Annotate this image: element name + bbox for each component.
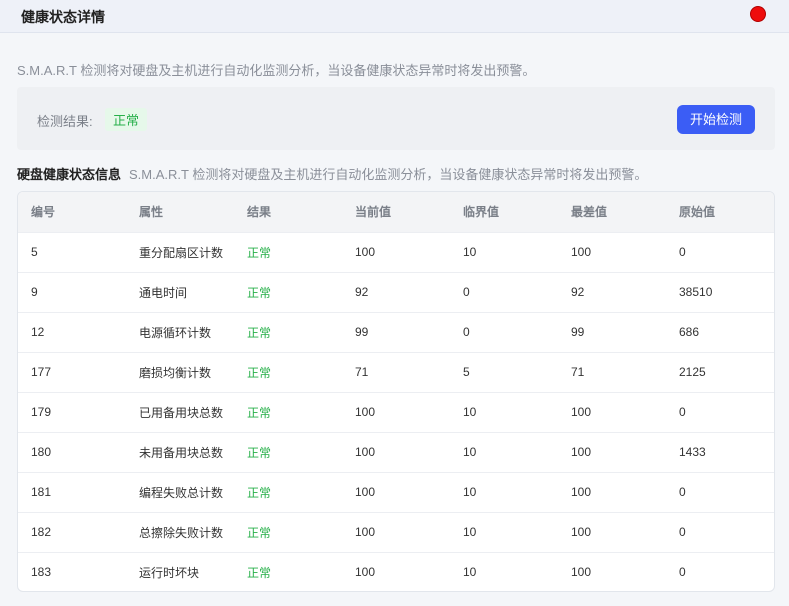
- table-cell: 9: [31, 285, 38, 299]
- table-cell: 编程失败总计数: [139, 485, 224, 500]
- table-cell: 10: [463, 245, 477, 259]
- table-cell: 12: [31, 325, 45, 339]
- table-cell: 磨损均衡计数: [139, 365, 212, 380]
- table-cell: 5: [31, 245, 38, 259]
- page-description: S.M.A.R.T 检测将对硬盘及主机进行自动化监测分析，当设备健康状态异常时将…: [17, 63, 536, 78]
- table-cell: 177: [31, 365, 52, 379]
- table-row: 181 编程失败总计数 正常 100 10 100 0: [18, 472, 774, 512]
- status-badge: 正常: [105, 108, 148, 131]
- table-cell: 运行时坏块: [139, 565, 200, 580]
- result-cell: 正常: [247, 285, 272, 300]
- result-cell: 正常: [247, 565, 272, 580]
- column-header: 最差值: [571, 205, 608, 220]
- table-row: 5 重分配扇区计数 正常 100 10 100 0: [18, 232, 774, 272]
- result-cell: 正常: [247, 245, 272, 260]
- table-cell: 100: [355, 405, 376, 419]
- table-cell: 71: [355, 365, 369, 379]
- table-cell: 100: [355, 485, 376, 499]
- table-cell: 未用备用块总数: [139, 445, 224, 460]
- table-cell: 99: [571, 325, 585, 339]
- column-header: 属性: [139, 205, 164, 220]
- table-cell: 总擦除失败计数: [139, 525, 224, 540]
- title-bar: 健康状态详情: [0, 0, 789, 33]
- table-cell: 0: [679, 485, 686, 499]
- table-cell: 已用备用块总数: [139, 405, 224, 420]
- table-cell: 92: [571, 285, 585, 299]
- result-cell: 正常: [247, 325, 272, 340]
- table-row: 183 运行时坏块 正常 100 10 100 0: [18, 552, 774, 591]
- result-label: 检测结果:: [37, 114, 93, 129]
- result-panel: 检测结果: 正常 开始检测: [17, 87, 775, 150]
- table-row: 180 未用备用块总数 正常 100 10 100 1433: [18, 432, 774, 472]
- close-icon[interactable]: [750, 6, 766, 22]
- start-check-button[interactable]: 开始检测: [677, 105, 755, 134]
- table-cell: 10: [463, 525, 477, 539]
- table-cell: 1433: [679, 445, 706, 459]
- table-cell: 2125: [679, 365, 706, 379]
- table-row: 179 已用备用块总数 正常 100 10 100 0: [18, 392, 774, 432]
- result-cell: 正常: [247, 445, 272, 460]
- table-cell: 100: [355, 525, 376, 539]
- table-cell: 100: [571, 245, 592, 259]
- table-cell: 5: [463, 365, 470, 379]
- table-cell: 100: [571, 525, 592, 539]
- table-header-row: 编号 属性 结果 当前值 临界值 最差值 原始值: [18, 192, 774, 232]
- column-header: 原始值: [679, 205, 716, 220]
- table-cell: 100: [571, 485, 592, 499]
- table-cell: 179: [31, 405, 52, 419]
- section-title: 硬盘健康状态信息: [17, 167, 122, 182]
- table-row: 182 总擦除失败计数 正常 100 10 100 0: [18, 512, 774, 552]
- table-cell: 181: [31, 485, 52, 499]
- column-header: 编号: [31, 205, 56, 220]
- table-cell: 0: [463, 325, 470, 339]
- table-cell: 10: [463, 565, 477, 580]
- table-cell: 0: [679, 525, 686, 539]
- table-cell: 10: [463, 405, 477, 419]
- table-cell: 电源循环计数: [139, 325, 212, 340]
- table-cell: 重分配扇区计数: [139, 245, 224, 260]
- table-cell: 100: [355, 445, 376, 459]
- result-cell: 正常: [247, 485, 272, 500]
- result-cell: 正常: [247, 405, 272, 420]
- table-body: 5 重分配扇区计数 正常 100 10 100 0 9 通电时间 正常 92 0 92 38510 12 电源…: [18, 232, 774, 591]
- smart-table: 编号 属性 结果 当前值 临界值 最差值 原始值 5 重分配扇区计数 正常 100 10 100 0 9 通…: [17, 191, 775, 592]
- column-header: 临界值: [463, 205, 500, 220]
- table-cell: 100: [355, 565, 376, 580]
- table-row: 177 磨损均衡计数 正常 71 5 71 2125: [18, 352, 774, 392]
- window-title: 健康状态详情: [21, 9, 105, 25]
- table-row: 12 电源循环计数 正常 99 0 99 686: [18, 312, 774, 352]
- section-description: S.M.A.R.T 检测将对硬盘及主机进行自动化监测分析，当设备健康状态异常时将…: [129, 167, 648, 182]
- table-cell: 0: [679, 565, 686, 580]
- table-cell: 10: [463, 445, 477, 459]
- table-cell: 100: [571, 405, 592, 419]
- table-cell: 92: [355, 285, 369, 299]
- table-cell: 686: [679, 325, 700, 339]
- section-header: 硬盘健康状态信息 S.M.A.R.T 检测将对硬盘及主机进行自动化监测分析，当设备…: [17, 164, 647, 183]
- table-cell: 10: [463, 485, 477, 499]
- table-cell: 183: [31, 565, 52, 580]
- table-cell: 100: [571, 445, 592, 459]
- table-cell: 38510: [679, 285, 713, 299]
- table-cell: 182: [31, 525, 52, 539]
- table-row: 9 通电时间 正常 92 0 92 38510: [18, 272, 774, 312]
- result-cell: 正常: [247, 365, 272, 380]
- column-header: 当前值: [355, 205, 392, 220]
- table-cell: 71: [571, 365, 585, 379]
- table-cell: 100: [571, 565, 592, 580]
- table-cell: 99: [355, 325, 369, 339]
- table-cell: 100: [355, 245, 376, 259]
- table-cell: 0: [463, 285, 470, 299]
- result-cell: 正常: [247, 525, 272, 540]
- table-cell: 180: [31, 445, 52, 459]
- table-cell: 通电时间: [139, 285, 188, 300]
- table-cell: 0: [679, 245, 686, 259]
- column-header: 结果: [247, 205, 272, 220]
- table-cell: 0: [679, 405, 686, 419]
